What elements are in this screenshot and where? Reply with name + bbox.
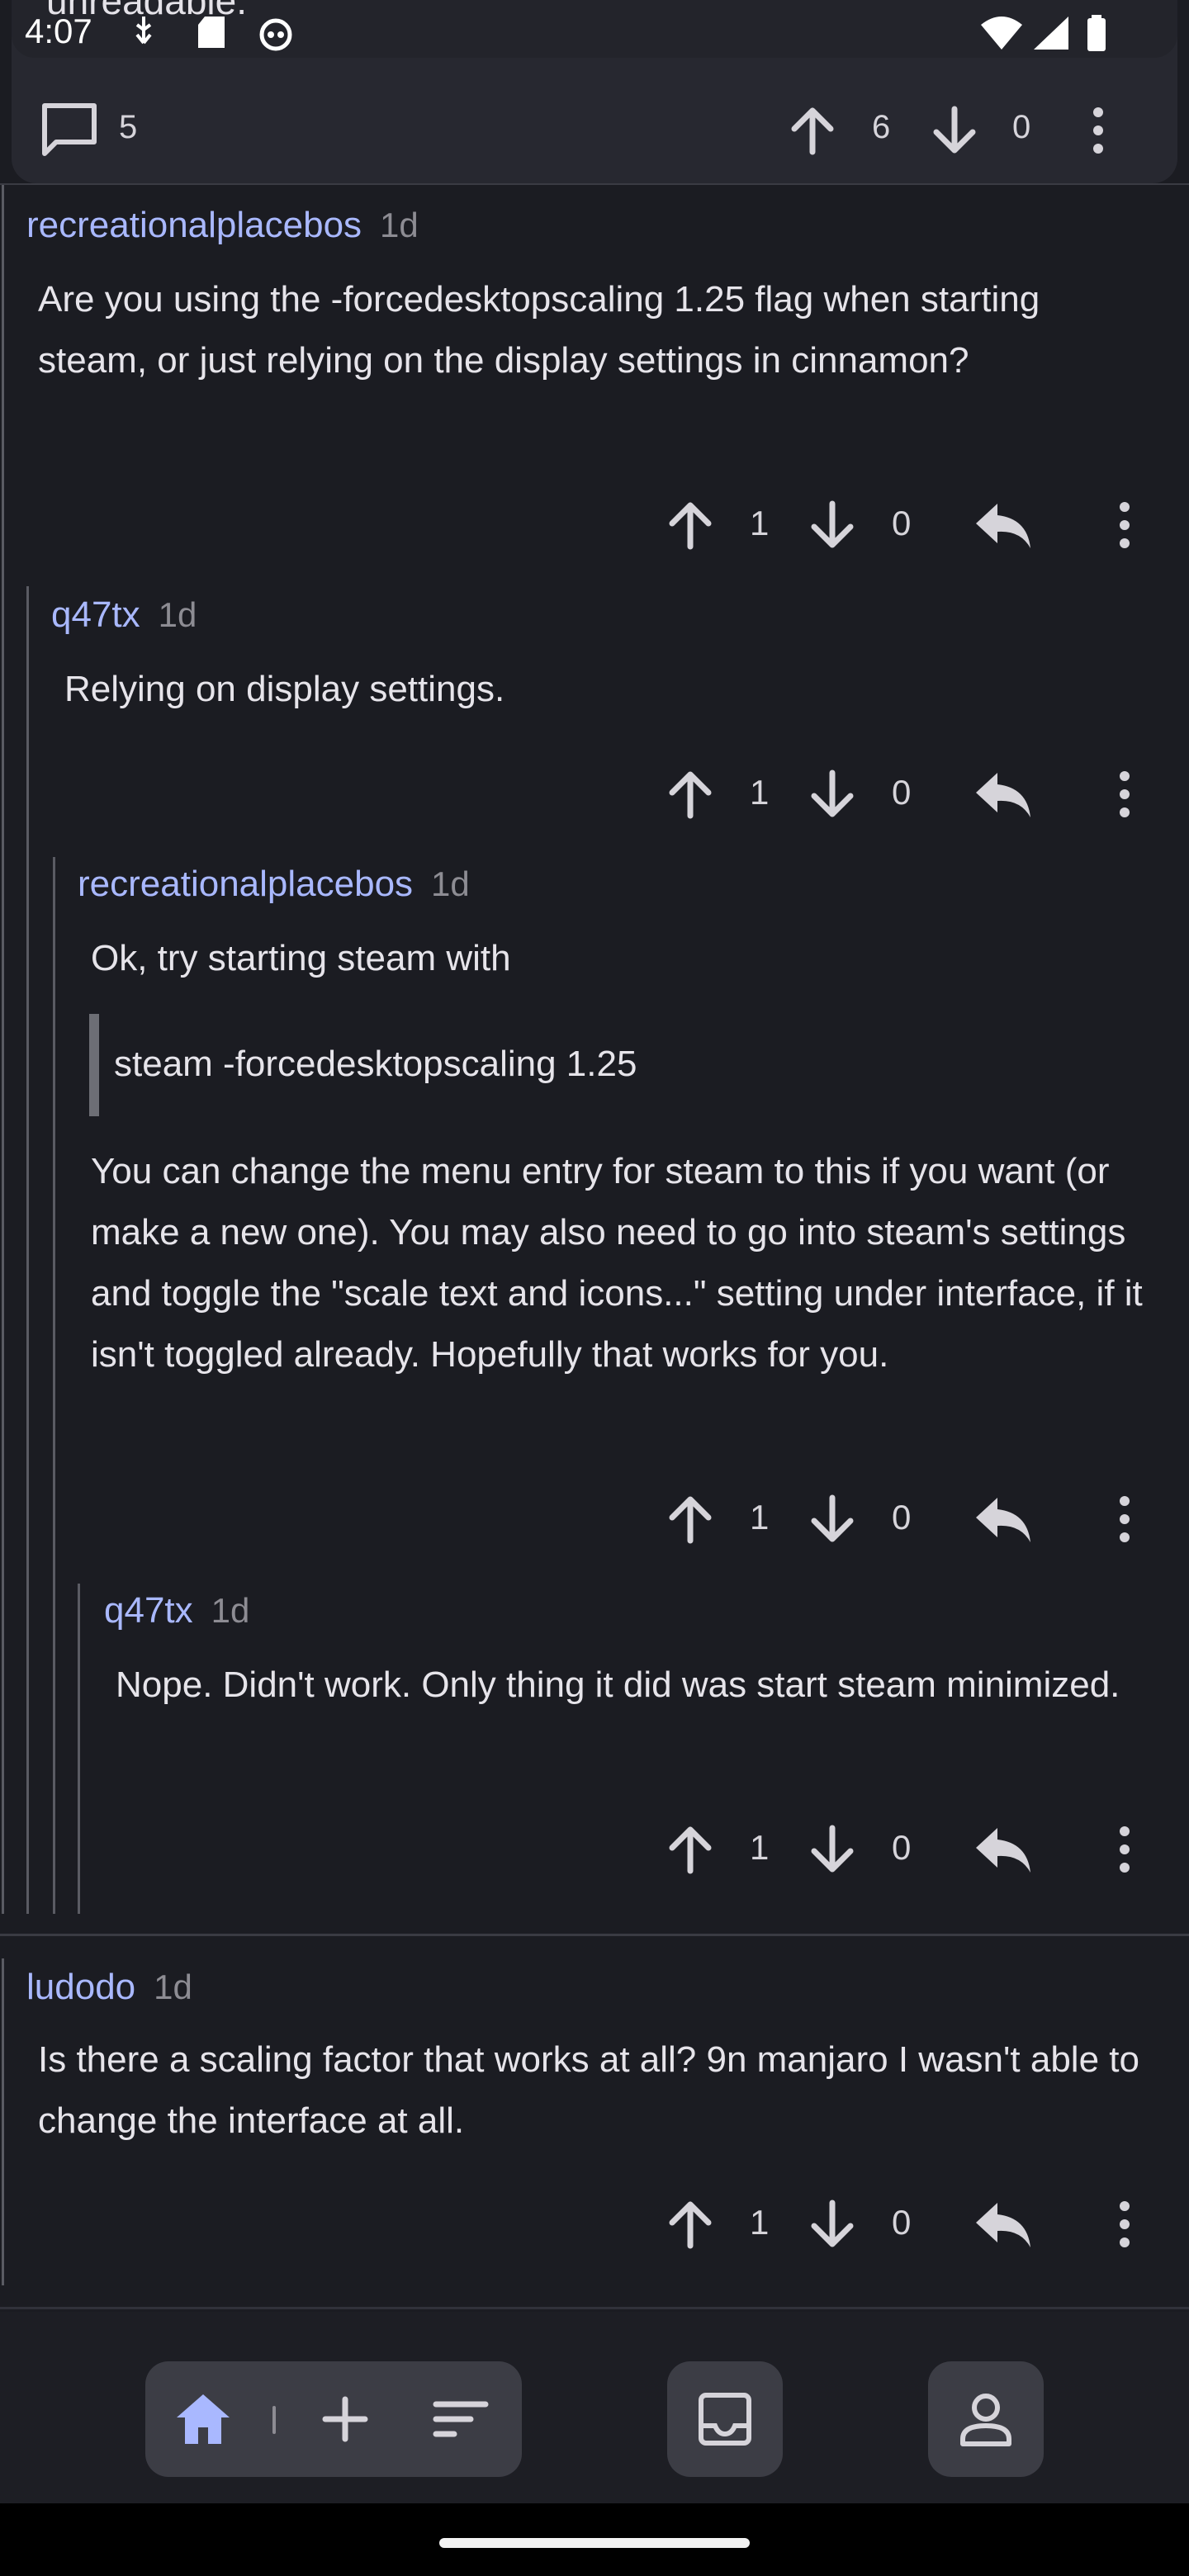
comment-body: You can change the menu entry for steam … — [91, 1151, 1143, 1375]
comment-header: ludodo 1d — [26, 1967, 192, 2008]
arrow-down-icon[interactable] — [806, 2198, 859, 2251]
downvote-count: 0 — [892, 2203, 912, 2242]
battery-icon — [1087, 15, 1106, 51]
nav-separator — [272, 2406, 276, 2434]
comment-header: q47tx 1d — [51, 594, 197, 636]
arrow-up-icon[interactable] — [786, 104, 839, 157]
arrow-up-icon[interactable] — [664, 499, 717, 552]
reply-icon[interactable] — [974, 1493, 1032, 1546]
downvote-count: 0 — [892, 1498, 912, 1537]
comment-5-actions: 1 0 — [0, 2191, 1189, 2257]
more-vert-icon[interactable] — [1111, 1823, 1138, 1876]
sd-card-icon — [198, 17, 225, 48]
comment-time: 1d — [380, 206, 419, 244]
upvote-count: 1 — [750, 1828, 770, 1867]
comment-username[interactable]: q47tx — [51, 594, 140, 635]
gesture-handle[interactable] — [439, 2538, 750, 2548]
sort-icon[interactable] — [433, 2399, 489, 2439]
upvote-count: 1 — [750, 504, 770, 542]
code-quote: steam -forcedesktopscaling 1.25 — [89, 1014, 1146, 1116]
inbox-nav[interactable] — [667, 2361, 783, 2477]
arrow-up-icon[interactable] — [664, 2198, 717, 2251]
comment-body: Is there a scaling factor that works at … — [38, 2039, 1139, 2141]
comment-header: recreationalplacebos 1d — [26, 205, 419, 246]
upvote-count: 1 — [750, 773, 770, 812]
downvote-count: 0 — [892, 504, 912, 542]
more-vert-icon[interactable] — [1111, 768, 1138, 821]
arrow-up-icon[interactable] — [664, 768, 717, 821]
usb-icon — [135, 17, 152, 45]
comment-username[interactable]: recreationalplacebos — [78, 864, 413, 904]
comment-body: Relying on display settings. — [64, 669, 505, 709]
upvote-count: 1 — [750, 2203, 770, 2242]
more-vert-icon[interactable] — [1111, 2198, 1138, 2251]
home-icon[interactable] — [173, 2391, 233, 2447]
comment-header: recreationalplacebos 1d — [78, 864, 470, 905]
comment-time: 1d — [154, 1968, 192, 2006]
post-downvotes: 0 — [1012, 109, 1031, 145]
comment-time: 1d — [211, 1591, 250, 1630]
reply-icon[interactable] — [974, 2198, 1032, 2251]
upvote-count: 1 — [750, 1498, 770, 1537]
comment-header: q47tx 1d — [104, 1590, 249, 1631]
bottom-navigation — [0, 2312, 1189, 2503]
status-bar: 4:07 — [0, 0, 1189, 58]
comment-username[interactable]: q47tx — [104, 1590, 193, 1631]
arrow-down-icon[interactable] — [806, 1823, 859, 1876]
arrow-down-icon[interactable] — [806, 768, 859, 821]
post-separator — [0, 183, 1189, 185]
comment-time: 1d — [158, 595, 197, 634]
comment-username[interactable]: ludodo — [26, 1967, 135, 2007]
thread-line-depth-0 — [2, 185, 4, 1914]
nav-divider — [0, 2307, 1189, 2309]
comment-body-intro: Ok, try starting steam with — [91, 938, 511, 978]
feed-nav-group — [145, 2361, 522, 2477]
comments-count: 5 — [119, 109, 138, 145]
downvote-count: 0 — [892, 1828, 912, 1867]
downvote-count: 0 — [892, 773, 912, 812]
more-vert-icon[interactable] — [1082, 104, 1115, 157]
add-icon[interactable] — [322, 2396, 368, 2442]
gesture-area — [0, 2503, 1189, 2576]
more-vert-icon[interactable] — [1111, 499, 1138, 552]
post-upvotes: 6 — [872, 109, 891, 145]
comment-4-actions: 1 0 — [0, 1816, 1189, 1882]
arrow-up-icon[interactable] — [664, 1823, 717, 1876]
comment-time: 1d — [431, 864, 470, 903]
comment-username[interactable]: recreationalplacebos — [26, 205, 362, 245]
post-actions: 5 6 0 — [0, 91, 1189, 165]
comment-icon[interactable] — [40, 101, 99, 160]
inbox-icon[interactable] — [697, 2391, 753, 2447]
comment-body: Nope. Didn't work. Only thing it did was… — [116, 1664, 1120, 1705]
signal-icon — [1034, 17, 1068, 50]
account-icon[interactable] — [959, 2391, 1012, 2447]
reply-icon[interactable] — [974, 1823, 1032, 1876]
wifi-icon — [981, 17, 1022, 50]
comment-1-actions: 1 0 — [0, 492, 1189, 558]
more-vert-icon[interactable] — [1111, 1493, 1138, 1546]
status-time: 4:07 — [25, 12, 92, 50]
arrow-up-icon[interactable] — [664, 1493, 717, 1546]
comment-3-actions: 1 0 — [0, 1486, 1189, 1552]
comment-2-actions: 1 0 — [0, 761, 1189, 827]
reply-icon[interactable] — [974, 768, 1032, 821]
arrow-down-icon[interactable] — [806, 1493, 859, 1546]
arrow-down-icon[interactable] — [928, 104, 981, 157]
profile-nav[interactable] — [928, 2361, 1044, 2477]
thread-line-depth-2 — [53, 857, 55, 1914]
reply-icon[interactable] — [974, 499, 1032, 552]
comment-body: Are you using the -forcedesktopscaling 1… — [38, 279, 1040, 381]
arrow-down-icon[interactable] — [806, 499, 859, 552]
app-notification-icon — [259, 18, 292, 51]
thread-divider — [0, 1934, 1189, 1936]
